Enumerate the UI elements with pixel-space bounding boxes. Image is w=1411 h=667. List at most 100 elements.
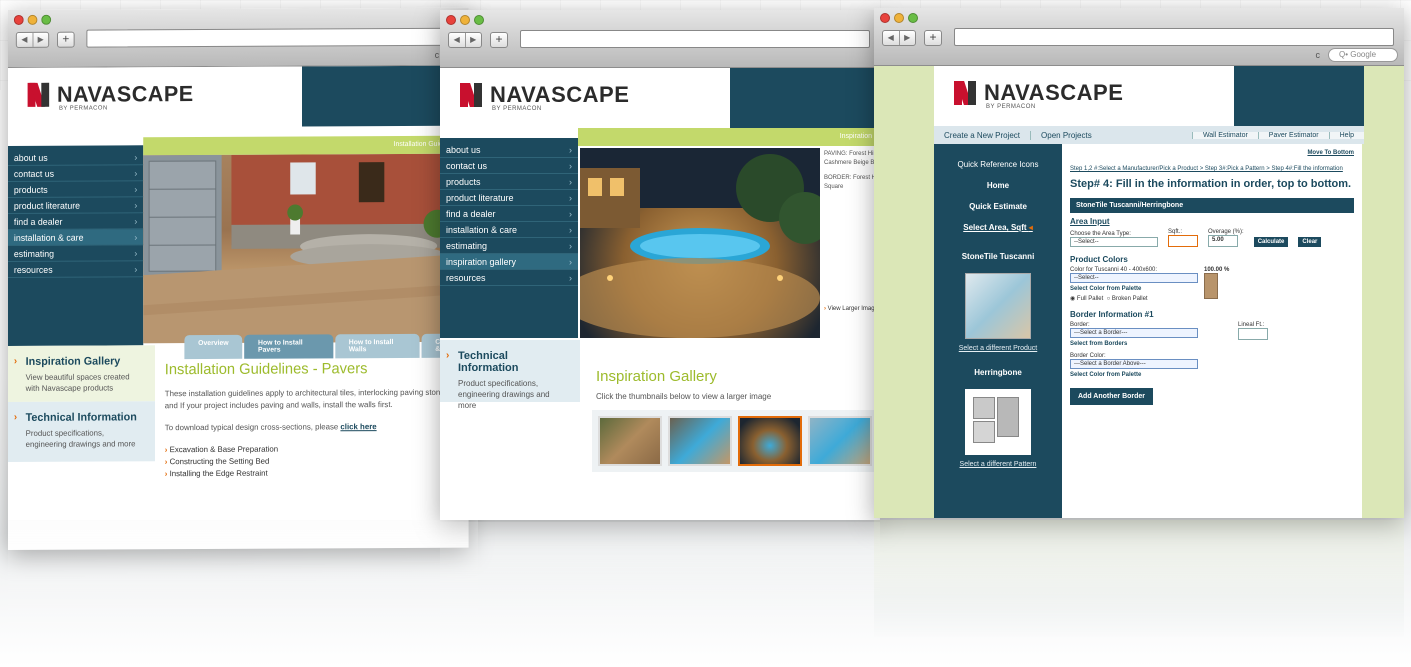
color-swatch[interactable]	[1204, 273, 1218, 299]
technical-information-box[interactable]: › Technical Information Product specific…	[440, 340, 580, 410]
forward-arrow-icon[interactable]: ▶	[464, 33, 482, 47]
tab-how-to-install-pavers[interactable]: How to Install Pavers	[244, 334, 334, 359]
close-icon[interactable]	[13, 14, 24, 25]
home-link[interactable]: Home	[934, 181, 1062, 190]
nav-item-find-a-dealer[interactable]: find a dealer	[440, 206, 578, 222]
wall-estimator-tab[interactable]: Wall Estimator	[1191, 131, 1258, 139]
back-forward-buttons[interactable]: ◀ ▶	[882, 30, 916, 46]
paver-estimator-tab[interactable]: Paver Estimator	[1257, 131, 1329, 139]
search-input[interactable]: Q• Google	[1328, 48, 1398, 62]
minimize-icon[interactable]	[460, 15, 470, 25]
tab-overview[interactable]: Overview	[184, 334, 243, 360]
section-strip: Inspiration	[578, 128, 880, 146]
nav-item-find-a-dealer[interactable]: find a dealer	[8, 213, 144, 230]
nav-item-estimating[interactable]: estimating	[8, 245, 144, 262]
nav-item-resources[interactable]: resources	[8, 261, 144, 278]
lineal-input[interactable]	[1238, 328, 1268, 340]
close-icon[interactable]	[446, 15, 456, 25]
nav-item-product-literature[interactable]: product literature	[440, 190, 578, 206]
add-bookmark-button[interactable]: +	[57, 31, 75, 48]
nav-item-contact-us[interactable]: contact us	[440, 158, 578, 174]
nav-item-resources[interactable]: resources	[440, 270, 578, 286]
reload-icon[interactable]: c	[435, 50, 439, 60]
nav-item-contact-us[interactable]: contact us	[8, 165, 144, 182]
minimize-icon[interactable]	[894, 13, 904, 23]
border-select[interactable]: ---Select a Border---	[1070, 328, 1198, 338]
back-forward-buttons[interactable]: ◀ ▶	[15, 31, 50, 48]
gallery-thumbnail[interactable]	[808, 416, 872, 466]
nav-item-about-us[interactable]: about us	[440, 142, 578, 158]
back-arrow-icon[interactable]: ◀	[449, 33, 465, 47]
close-icon[interactable]	[880, 13, 890, 23]
gallery-thumbnail-selected[interactable]	[738, 416, 802, 466]
overage-input[interactable]: 5.00	[1208, 235, 1238, 247]
nav-item-installation-care[interactable]: installation & care	[8, 229, 144, 246]
back-forward-buttons[interactable]: ◀ ▶	[448, 32, 482, 48]
zoom-icon[interactable]	[41, 14, 52, 25]
add-bookmark-button[interactable]: +	[924, 30, 942, 46]
product-image	[965, 273, 1031, 339]
area-type-select[interactable]: --Select--	[1070, 237, 1158, 247]
add-border-button[interactable]: Add Another Border	[1070, 388, 1154, 405]
quick-estimate-link[interactable]: Quick Estimate	[934, 202, 1062, 211]
click-here-link[interactable]: click here	[340, 422, 376, 431]
nav-item-products[interactable]: products	[8, 181, 144, 198]
nav-item-estimating[interactable]: estimating	[440, 238, 578, 254]
create-project-tab[interactable]: Create a New Project	[934, 130, 1032, 140]
forward-arrow-icon[interactable]: ▶	[32, 32, 49, 47]
guideline-link[interactable]: Installing the Edge Restraint	[165, 467, 459, 481]
minimize-icon[interactable]	[27, 14, 38, 25]
brand-logo[interactable]: NAVASCAPE	[460, 82, 629, 108]
full-pallet-radio[interactable]: ◉ Full Pallet	[1070, 296, 1103, 302]
reload-icon[interactable]: c	[1316, 50, 1321, 60]
zoom-icon[interactable]	[474, 15, 484, 25]
add-bookmark-button[interactable]: +	[490, 32, 508, 48]
step-heading: Step# 4: Fill in the information in orde…	[1070, 178, 1352, 190]
broken-pallet-radio[interactable]: ○ Broken Pallet	[1107, 296, 1148, 302]
move-bottom-text: Move To Bottom	[1307, 150, 1354, 156]
select-product-link[interactable]: Select a different Product	[934, 345, 1062, 352]
logo-mark-icon	[27, 82, 50, 107]
back-arrow-icon[interactable]: ◀	[883, 31, 899, 45]
gallery-thumbnail[interactable]	[668, 416, 732, 466]
zoom-icon[interactable]	[908, 13, 918, 23]
sqft-input[interactable]	[1168, 235, 1198, 247]
select-area-link[interactable]: Select Area, Sqft ◂	[934, 223, 1062, 232]
caption-line: BORDER: Forest Hi	[824, 175, 878, 181]
box-title: Technical Information	[25, 411, 137, 424]
forward-arrow-icon[interactable]: ▶	[898, 31, 916, 45]
window-controls	[880, 13, 918, 23]
pool-illustration	[580, 148, 820, 338]
address-bar[interactable]	[954, 28, 1394, 46]
color-select[interactable]: --Select--	[1070, 273, 1198, 283]
browser-window-installation: ◀▶ + c NAVASCAPE BY PERMACON about uscon…	[8, 7, 469, 550]
nav-item-installation-care[interactable]: installation & care	[440, 222, 578, 238]
select-pattern-link[interactable]: Select a different Pattern	[934, 461, 1062, 468]
border-color-select[interactable]: ---Select a Border Above---	[1070, 359, 1198, 369]
breadcrumb[interactable]: Step 1,2 #:Select a Manufacturer/Pick a …	[1070, 166, 1354, 172]
nav-item-product-literature[interactable]: product literature	[8, 197, 144, 214]
brand-logo[interactable]: NAVASCAPE	[954, 80, 1123, 106]
gallery-thumbnail[interactable]	[598, 416, 662, 466]
address-bar[interactable]	[520, 30, 870, 48]
tab-how-to-install-walls[interactable]: How to Install Walls	[335, 333, 420, 359]
help-tab[interactable]: Help	[1328, 131, 1364, 139]
view-larger-link[interactable]: › View Larger Imag	[824, 306, 875, 312]
site-header: NAVASCAPE BY PERMACON	[440, 68, 880, 128]
house-illustration	[143, 153, 469, 344]
calculate-button[interactable]: Calculate	[1253, 237, 1289, 247]
inspiration-gallery-box[interactable]: › Inspiration Gallery View beautiful spa…	[8, 345, 155, 402]
brand-logo[interactable]: NAVASCAPE	[27, 81, 194, 108]
technical-information-box[interactable]: › Technical Information Product specific…	[8, 401, 155, 462]
move-bottom-link[interactable]: Move To Bottom	[1070, 150, 1354, 156]
guideline-links: Excavation & Base PreparationConstructin…	[165, 443, 459, 481]
nav-item-about-us[interactable]: about us	[8, 149, 144, 166]
arrow-icon: ›	[13, 411, 18, 423]
brand-name: NAVASCAPE	[57, 81, 194, 107]
open-projects-tab[interactable]: Open Projects	[1031, 131, 1102, 140]
clear-button[interactable]: Clear	[1298, 237, 1322, 247]
back-arrow-icon[interactable]: ◀	[17, 33, 32, 47]
nav-item-inspiration-gallery[interactable]: inspiration gallery	[440, 254, 578, 270]
address-bar[interactable]	[86, 27, 459, 48]
nav-item-products[interactable]: products	[440, 174, 578, 190]
